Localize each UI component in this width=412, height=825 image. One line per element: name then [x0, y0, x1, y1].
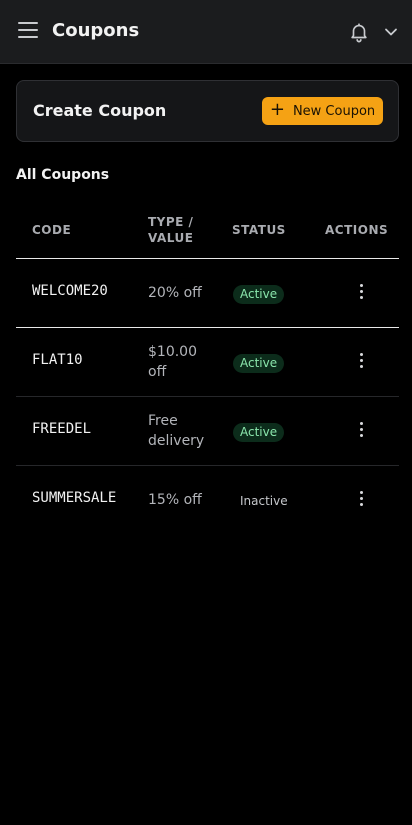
coupons-table: CODE TYPE / VALUE STATUS ACTIONS WELCOME…	[16, 200, 399, 535]
plus-icon: +	[269, 99, 285, 120]
bell-icon[interactable]	[348, 20, 370, 44]
coupon-value: 20% off	[148, 285, 202, 301]
more-vertical-icon[interactable]	[356, 284, 366, 302]
status-badge: Active	[233, 423, 285, 442]
more-vertical-icon[interactable]	[356, 491, 366, 509]
status-badge: Active	[233, 354, 285, 373]
page-title: Coupons	[52, 20, 140, 41]
coupon-code: FLAT10	[32, 352, 83, 368]
more-vertical-icon[interactable]	[356, 422, 366, 440]
coupon-value: 15% off	[148, 492, 202, 508]
table-header: CODE TYPE / VALUE STATUS ACTIONS	[16, 200, 399, 259]
create-coupon-title: Create Coupon	[33, 101, 167, 120]
new-coupon-label: New Coupon	[292, 103, 376, 119]
status-badge: Inactive	[240, 494, 288, 508]
create-coupon-card: Create Coupon + New Coupon	[16, 80, 399, 142]
table-row: SUMMERSALE 15% off Inactive	[16, 466, 399, 535]
coupon-code: WELCOME20	[32, 283, 108, 299]
table-row: WELCOME20 20% off Active	[16, 259, 399, 328]
column-header-type-value: TYPE / VALUE	[148, 215, 194, 245]
column-header-code: CODE	[32, 223, 72, 237]
table-row: FLAT10 $10.00 off Active	[16, 328, 399, 397]
top-bar: Coupons	[0, 0, 412, 64]
all-coupons-title: All Coupons	[16, 167, 110, 183]
menu-icon[interactable]	[18, 22, 38, 42]
coupon-value: $10.00 off	[148, 344, 197, 380]
coupon-value: Free delivery	[148, 413, 205, 449]
column-header-status: STATUS	[232, 223, 286, 237]
more-vertical-icon[interactable]	[356, 353, 366, 371]
coupon-code: FREEDEL	[32, 421, 92, 437]
column-header-actions: ACTIONS	[325, 223, 389, 237]
coupon-code: SUMMERSALE	[32, 490, 117, 506]
table-row: FREEDEL Free delivery Active	[16, 397, 399, 466]
new-coupon-button[interactable]: + New Coupon	[262, 97, 383, 125]
chevron-down-icon[interactable]	[383, 23, 399, 41]
status-badge: Active	[233, 285, 285, 304]
